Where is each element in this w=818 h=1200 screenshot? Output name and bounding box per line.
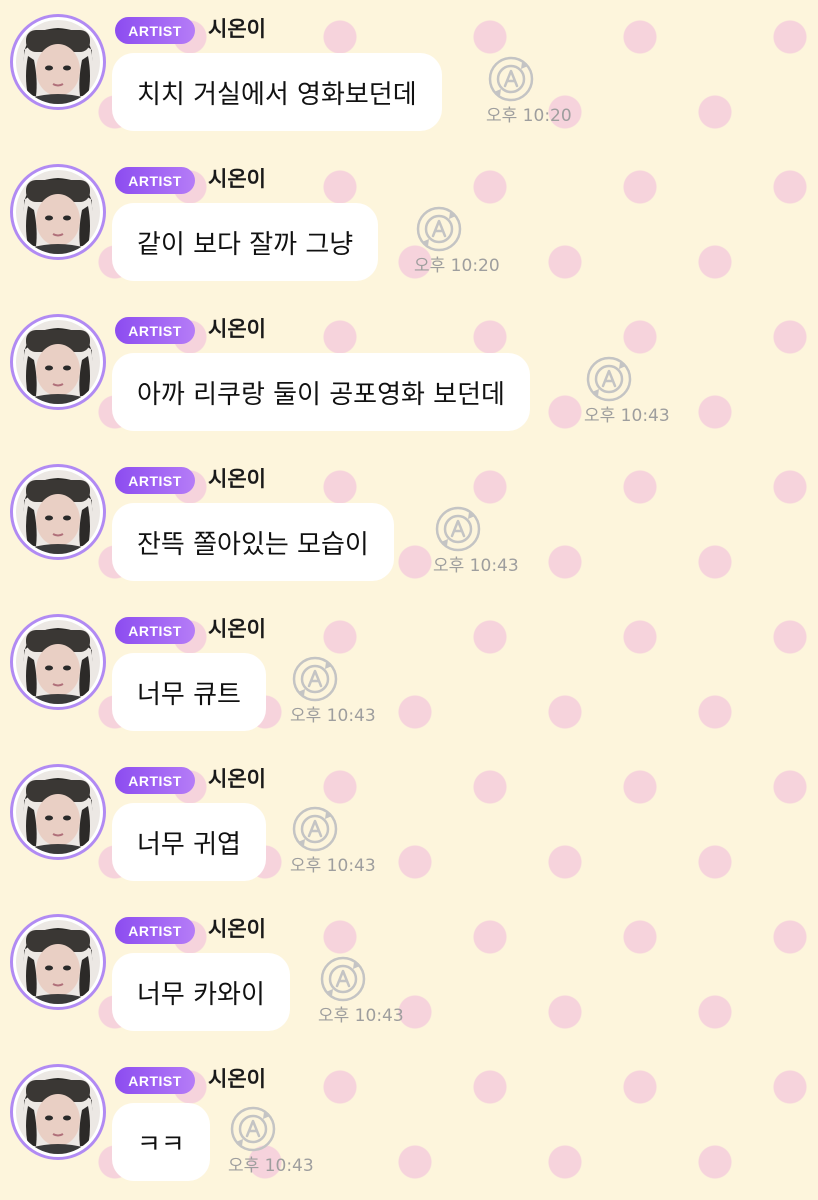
artist-badge: ARTIST [115, 167, 195, 194]
translate-icon[interactable] [435, 506, 481, 552]
artist-badge: ARTIST [115, 17, 195, 44]
artist-badge: ARTIST [115, 467, 195, 494]
message-row: ARTIST 시온이 ㅋㅋ 오후 10:43 [0, 1050, 818, 1200]
artist-badge: ARTIST [115, 917, 195, 944]
message-meta: 오후 10:43 [318, 956, 410, 1026]
sender-name[interactable]: 시온이 [208, 614, 266, 644]
sender-name[interactable]: 시온이 [208, 914, 266, 944]
avatar-photo [16, 470, 100, 554]
message-bubble[interactable]: 아까 리쿠랑 둘이 공포영화 보던데 [112, 353, 530, 431]
message-meta: 오후 10:43 [290, 656, 382, 726]
message-row: ARTIST 시온이 같이 보다 잘까 그냥 오후 10:20 [0, 150, 818, 300]
artist-badge: ARTIST [115, 767, 195, 794]
sender-name[interactable]: 시온이 [208, 14, 266, 44]
message-bubble[interactable]: 너무 카와이 [112, 953, 290, 1031]
message-row: ARTIST 시온이 너무 큐트 오후 10:43 [0, 600, 818, 750]
message-time: 오후 10:43 [318, 1006, 404, 1026]
avatar[interactable] [10, 614, 106, 710]
message-time: 오후 10:20 [414, 256, 500, 276]
sender-name[interactable]: 시온이 [208, 314, 266, 344]
message-row: ARTIST 시온이 너무 카와이 오후 10:43 [0, 900, 818, 1050]
message-time: 오후 10:43 [290, 706, 376, 726]
message-meta: 오후 10:43 [290, 806, 382, 876]
avatar-photo [16, 20, 100, 104]
message-bubble[interactable]: 너무 귀엽 [112, 803, 266, 881]
sender-name[interactable]: 시온이 [208, 764, 266, 794]
translate-icon[interactable] [292, 806, 338, 852]
message-time: 오후 10:43 [584, 406, 670, 426]
artist-badge: ARTIST [115, 317, 195, 344]
message-bubble[interactable]: ㅋㅋ [112, 1103, 210, 1181]
sender-name[interactable]: 시온이 [208, 464, 266, 494]
avatar[interactable] [10, 464, 106, 560]
avatar[interactable] [10, 14, 106, 110]
message-meta: 오후 10:43 [584, 356, 676, 426]
message-row: ARTIST 시온이 아까 리쿠랑 둘이 공포영화 보던데 오후 10:43 [0, 300, 818, 450]
avatar-photo [16, 920, 100, 1004]
message-meta: 오후 10:43 [228, 1106, 320, 1176]
avatar-photo [16, 620, 100, 704]
avatar-photo [16, 320, 100, 404]
message-meta: 오후 10:20 [414, 206, 506, 276]
message-bubble[interactable]: 잔뜩 쫄아있는 모습이 [112, 503, 394, 581]
translate-icon[interactable] [586, 356, 632, 402]
message-time: 오후 10:43 [290, 856, 376, 876]
translate-icon[interactable] [292, 656, 338, 702]
message-bubble[interactable]: 치치 거실에서 영화보던데 [112, 53, 442, 131]
translate-icon[interactable] [488, 56, 534, 102]
message-bubble[interactable]: 너무 큐트 [112, 653, 266, 731]
message-meta: 오후 10:20 [486, 56, 578, 126]
message-row: ARTIST 시온이 잔뜩 쫄아있는 모습이 오후 10:43 [0, 450, 818, 600]
message-time: 오후 10:20 [486, 106, 572, 126]
avatar[interactable] [10, 314, 106, 410]
message-bubble[interactable]: 같이 보다 잘까 그냥 [112, 203, 379, 281]
avatar[interactable] [10, 1064, 106, 1160]
artist-badge: ARTIST [115, 1067, 195, 1094]
avatar[interactable] [10, 164, 106, 260]
sender-name[interactable]: 시온이 [208, 164, 266, 194]
avatar[interactable] [10, 914, 106, 1010]
message-meta: 오후 10:43 [433, 506, 525, 576]
avatar-photo [16, 170, 100, 254]
message-row: ARTIST 시온이 치치 거실에서 영화보던데 오후 10:20 [0, 0, 818, 150]
sender-name[interactable]: 시온이 [208, 1064, 266, 1094]
message-time: 오후 10:43 [433, 556, 519, 576]
translate-icon[interactable] [320, 956, 366, 1002]
chat-feed: ARTIST 시온이 치치 거실에서 영화보던데 오후 10:20 ARTIST… [0, 0, 818, 1200]
message-row: ARTIST 시온이 너무 귀엽 오후 10:43 [0, 750, 818, 900]
translate-icon[interactable] [416, 206, 462, 252]
translate-icon[interactable] [230, 1106, 276, 1152]
avatar-photo [16, 770, 100, 854]
message-time: 오후 10:43 [228, 1156, 314, 1176]
artist-badge: ARTIST [115, 617, 195, 644]
avatar-photo [16, 1070, 100, 1154]
avatar[interactable] [10, 764, 106, 860]
